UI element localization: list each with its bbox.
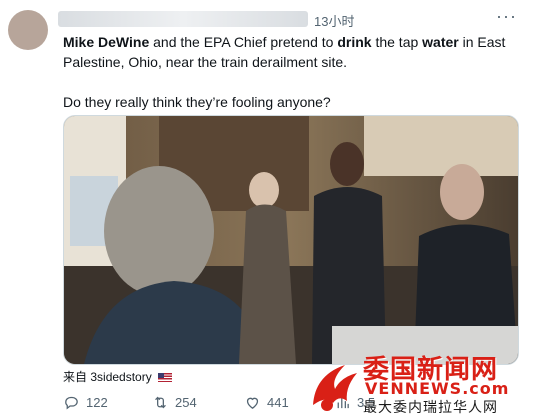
like-button[interactable]: 441 <box>244 394 289 411</box>
watermark-cn-subtitle: 最大委内瑞拉华人网 <box>363 400 498 416</box>
reply-button[interactable]: 122 <box>63 394 108 411</box>
source-attribution[interactable]: 来自 3sidedstory <box>63 368 173 385</box>
us-flag-icon <box>158 373 173 383</box>
tweet-timestamp[interactable]: 13小时 <box>314 11 354 30</box>
video-frame <box>64 116 518 364</box>
retweet-button[interactable]: 254 <box>152 394 197 411</box>
retweet-count: 254 <box>175 395 197 410</box>
tweet-text-span: the tap <box>371 34 423 50</box>
like-count: 441 <box>267 395 289 410</box>
reply-icon <box>65 396 78 410</box>
heart-icon <box>246 397 259 409</box>
blurred-username[interactable] <box>58 11 308 27</box>
source-prefix: 来自 <box>63 370 88 384</box>
tweet-text-line2: Do they really think they’re fooling any… <box>63 94 331 110</box>
source-account[interactable]: 3sidedstory <box>90 370 151 384</box>
more-icon[interactable]: ··· <box>496 6 517 27</box>
vennews-logo-icon <box>313 365 357 411</box>
tweet-text-bold-water: water <box>422 34 459 50</box>
tweet-text-line1: Mike DeWine and the EPA Chief pretend to… <box>63 32 518 72</box>
tweet-text-bold-name: Mike DeWine <box>63 34 150 50</box>
tweet-text-span: and the EPA Chief pretend to <box>149 34 338 50</box>
watermark-en-title: VENNEWS.com <box>365 379 510 398</box>
tweet-text: Mike DeWine and the EPA Chief pretend to… <box>63 32 518 112</box>
tweet-video[interactable] <box>63 115 519 365</box>
reply-count: 122 <box>86 395 108 410</box>
retweet-icon <box>155 396 166 409</box>
watermark: 委国新闻网 VENNEWS.com 最大委内瑞拉华人网 <box>305 349 535 419</box>
avatar[interactable] <box>8 10 48 50</box>
tweet-text-bold-drink: drink <box>337 34 372 50</box>
